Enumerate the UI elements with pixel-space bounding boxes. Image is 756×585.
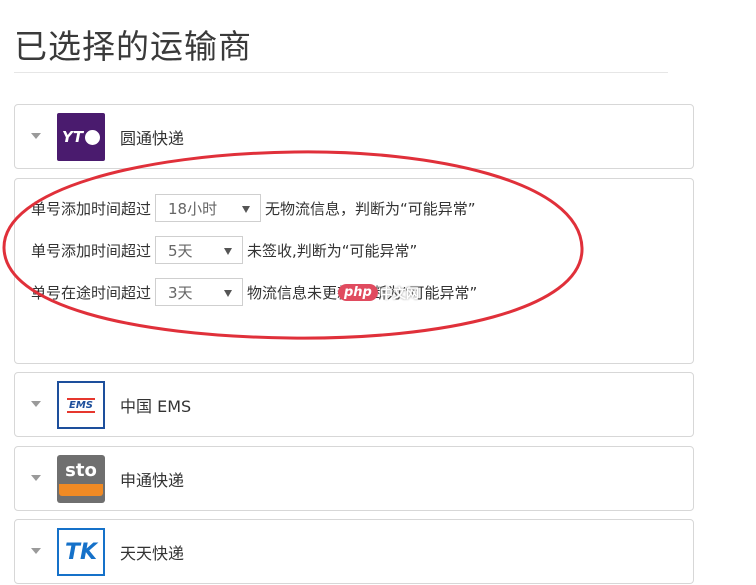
yto-logo-icon: YT	[57, 113, 105, 161]
rule-prefix: 单号在途时间超过	[31, 283, 152, 302]
carrier-name: 天天快递	[120, 544, 185, 563]
rule-suffix: 无物流信息，判断为“可能异常”	[265, 199, 476, 218]
rule-prefix: 单号添加时间超过	[31, 199, 152, 218]
carrier-name: 中国 EMS	[120, 397, 192, 416]
carrier-name: 申通快递	[120, 471, 185, 490]
collapse-caret-icon[interactable]	[31, 133, 41, 139]
rule-row: 单号添加时间超过 5天 未签收,判断为“可能异常”	[31, 235, 417, 265]
carrier-panel-yto[interactable]: YT 圆通快递	[14, 104, 694, 169]
rule-duration-select[interactable]: 3天	[155, 278, 244, 306]
expand-caret-icon[interactable]	[31, 548, 41, 554]
rule-duration-select[interactable]: 18小时	[155, 194, 262, 222]
rule-suffix: 未签收,判断为“可能异常”	[247, 241, 418, 260]
carrier-panel-ems[interactable]: EMS 中国 EMS	[14, 372, 694, 437]
tt-logo-icon: TK	[57, 528, 105, 576]
rule-row: 单号添加时间超过 18小时 无物流信息，判断为“可能异常”	[31, 193, 476, 223]
site-watermark: php 中文网	[338, 281, 419, 303]
title-divider	[14, 72, 668, 73]
dropdown-arrow-icon	[224, 248, 233, 255]
expand-caret-icon[interactable]	[31, 401, 41, 407]
rule-duration-select[interactable]: 5天	[155, 236, 244, 264]
exception-rules-panel: 单号添加时间超过 18小时 无物流信息，判断为“可能异常” 单号添加时间超过 5…	[14, 178, 694, 364]
carrier-panel-tt[interactable]: TK 天天快递	[14, 519, 694, 584]
carrier-name: 圆通快递	[120, 129, 185, 148]
rule-prefix: 单号添加时间超过	[31, 241, 152, 260]
carrier-panel-sto[interactable]: sto 申通快递	[14, 446, 694, 511]
ems-logo-icon: EMS	[57, 381, 105, 429]
expand-caret-icon[interactable]	[31, 475, 41, 481]
sto-logo-icon: sto	[57, 455, 105, 503]
dropdown-arrow-icon	[224, 290, 233, 297]
page-title: 已选择的运输商	[14, 27, 252, 66]
dropdown-arrow-icon	[242, 206, 251, 213]
